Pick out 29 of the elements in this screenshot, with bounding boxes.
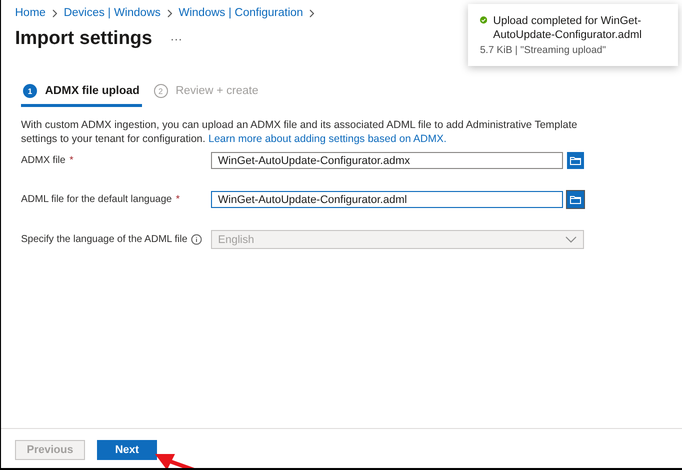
file-name-field[interactable]: WinGet-AutoUpdate-Configurator.adml: [211, 191, 563, 208]
description-text: With custom ADMX ingestion, you can upload an ADMX file and its associated ADML file to add Administrative Template settings to your tenant for configuration. Learn more about adding settings based on ADMX.: [21, 118, 578, 146]
step-number: 2: [154, 84, 168, 98]
step-number: 1: [23, 84, 37, 98]
next-button[interactable]: Next: [97, 440, 157, 460]
page-title: Import settings: [15, 28, 152, 50]
breadcrumb-link[interactable]: Devices | Windows: [64, 7, 161, 19]
notification-detail: 5.7 KiB | "Streaming upload": [480, 45, 607, 56]
breadcrumb-link[interactable]: Home: [15, 7, 46, 19]
field-label: ADML file for the default language: [21, 194, 172, 205]
file-name-field[interactable]: WinGet-AutoUpdate-Configurator.admx: [211, 152, 563, 169]
chevron-icon: [166, 8, 173, 18]
required-marker: *: [176, 194, 180, 205]
breadcrumb-link[interactable]: Windows | Configuration: [178, 7, 304, 19]
wizard-step-tab[interactable]: 1 ADMX file upload: [21, 84, 142, 107]
chevron-icon: [52, 8, 58, 18]
notification-title: Upload completed for WinGet-AutoUpdate-Configurator.adml: [493, 14, 643, 42]
chevron-icon: [309, 8, 316, 18]
more-button[interactable]: ···: [170, 32, 182, 46]
learn-more-link[interactable]: Learn more about adding settings based on ADMX.: [208, 133, 447, 145]
chevron-down-icon: [565, 236, 577, 243]
browse-button[interactable]: [567, 191, 584, 208]
field-label: Specify the language of the ADML file: [21, 234, 188, 245]
folder-icon: [570, 195, 581, 204]
folder-icon: [570, 156, 581, 165]
required-marker: *: [69, 155, 74, 166]
field-label: ADMX file: [21, 155, 66, 166]
check-circle-icon: [480, 14, 488, 26]
browse-button[interactable]: [567, 152, 584, 169]
